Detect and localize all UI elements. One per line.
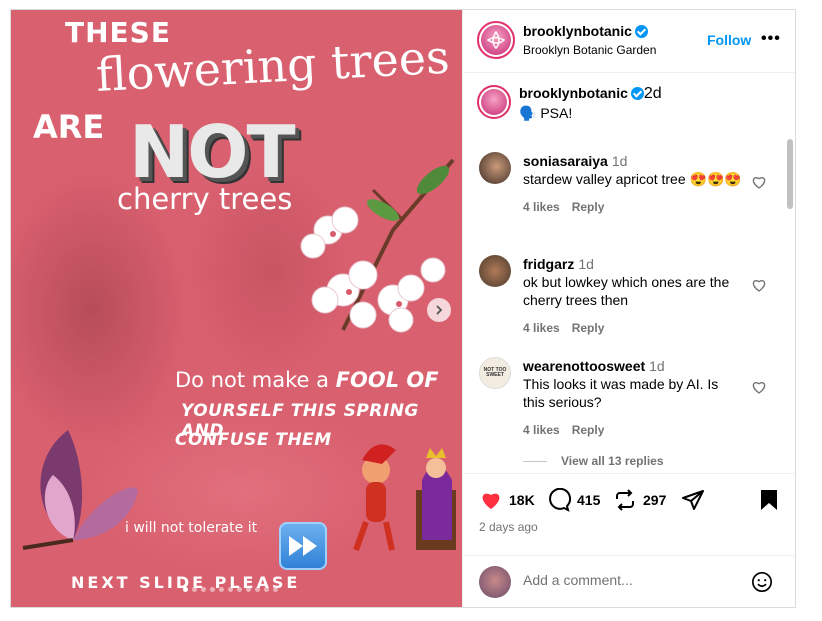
emoji-icon[interactable] (751, 571, 773, 593)
next-slide-button[interactable] (427, 298, 451, 322)
carousel-dot[interactable] (264, 587, 269, 592)
share-button[interactable] (681, 488, 705, 512)
warning-line-1: Do not make a FOOL OF (175, 368, 439, 392)
headline-are: ARE (33, 108, 105, 146)
tolerate-text: i will not tolerate it (125, 520, 258, 536)
carousel-dot[interactable] (246, 587, 251, 592)
warning-text-a: Do not make a (175, 368, 336, 392)
carousel-dot[interactable] (183, 587, 188, 592)
repost-button[interactable]: 297 (613, 488, 666, 512)
comment-text: ok but lowkey which ones are the cherry … (523, 274, 730, 308)
caption-time: 2d (643, 85, 662, 102)
commenter-avatar-logo-text: NOT TOO SWEET (483, 367, 507, 378)
comment-likes[interactable]: 4 likes (523, 200, 560, 214)
heart-outline-icon[interactable] (751, 379, 767, 395)
post-header: brooklynbotanic Brooklyn Botanic Garden … (463, 10, 795, 73)
account-avatar[interactable] (477, 21, 515, 59)
carousel-dot[interactable] (255, 587, 260, 592)
view-replies-button[interactable]: View all 13 replies (523, 454, 664, 468)
post-actions: 18K 415 297 2 days ago (463, 473, 795, 546)
heart-outline-icon[interactable] (751, 277, 767, 293)
chevron-right-icon (436, 305, 443, 315)
comment-count: 415 (577, 492, 601, 508)
carousel-dot[interactable] (237, 587, 242, 592)
carousel-dot[interactable] (210, 587, 215, 592)
header-subtitle: Brooklyn Botanic Garden (523, 43, 657, 57)
comment-text: stardew valley apricot tree 😍😍😍 (523, 171, 742, 187)
carousel-dot[interactable] (273, 587, 278, 592)
magnolia-flower-illustration (22, 430, 138, 550)
add-comment-input[interactable]: Add a comment... (523, 572, 633, 588)
botanic-logo-icon (486, 30, 506, 49)
repost-count: 297 (643, 492, 667, 508)
like-count: 18K (509, 492, 535, 508)
caption-text: 🗣️ PSA! (519, 105, 573, 121)
like-button[interactable]: 18K (479, 488, 535, 512)
comment-time: 1d (649, 358, 665, 374)
post-date: 2 days ago (479, 520, 538, 534)
headline-cherry-trees: cherry trees (117, 182, 293, 216)
carousel-dot[interactable] (219, 587, 224, 592)
verified-badge-icon (630, 87, 644, 100)
comment-username[interactable]: wearenottoosweet (523, 358, 645, 374)
commenter-avatar[interactable] (479, 255, 511, 287)
warning-text-fool: FOOL (335, 368, 400, 392)
carousel-dots (183, 587, 278, 592)
comments-scrollbar[interactable] (787, 139, 793, 209)
reply-button[interactable]: Reply (572, 200, 605, 214)
heart-outline-icon[interactable] (751, 174, 767, 190)
comment-likes[interactable]: 4 likes (523, 321, 560, 335)
reply-button[interactable]: Reply (572, 321, 605, 335)
save-button[interactable] (759, 488, 779, 512)
comments-list[interactable]: brooklynbotanic 2d 🗣️ PSA! soniasaraiya 1d… (463, 73, 795, 473)
fast-forward-emoji-icon (279, 522, 327, 570)
reply-button[interactable]: Reply (572, 423, 605, 437)
comment-time: 1d (611, 153, 628, 169)
post-image[interactable]: THESE flowering trees ARE NOT cherry tre… (11, 10, 462, 607)
carousel-dot[interactable] (228, 587, 233, 592)
comment-username[interactable]: soniasaraiya (523, 153, 608, 169)
heart-filled-icon (482, 493, 500, 509)
add-comment-bar: Add a comment... (463, 555, 795, 607)
comment-text: This looks it was made by AI. Is this se… (523, 376, 719, 410)
carousel-dot[interactable] (201, 587, 206, 592)
cartoon-characters-illustration (353, 444, 456, 552)
comment-bubble-icon (549, 488, 571, 512)
bookmark-icon (761, 490, 777, 510)
warning-text-of: OF (399, 368, 439, 392)
warning-line-3: CONFUSE THEM (175, 430, 332, 450)
paper-plane-icon (682, 490, 704, 510)
header-username[interactable]: brooklynbotanic (523, 23, 632, 39)
carousel-dot[interactable] (192, 587, 197, 592)
caption-username[interactable]: brooklynbotanic (519, 85, 628, 101)
commenter-avatar[interactable]: NOT TOO SWEET (479, 357, 511, 389)
comment-likes[interactable]: 4 likes (523, 423, 560, 437)
comment-username[interactable]: fridgarz (523, 256, 574, 272)
caption-avatar[interactable] (477, 85, 511, 119)
comment-time: 1d (578, 256, 594, 272)
repost-icon (616, 489, 634, 511)
follow-button[interactable]: Follow (707, 32, 751, 48)
more-options-icon[interactable]: ••• (761, 30, 781, 48)
commenter-avatar[interactable] (479, 152, 511, 184)
post-modal: THESE flowering trees ARE NOT cherry tre… (10, 9, 796, 608)
verified-badge-icon (634, 25, 648, 38)
post-side-panel: brooklynbotanic Brooklyn Botanic Garden … (462, 10, 795, 607)
comment-button[interactable]: 415 (547, 488, 600, 512)
current-user-avatar[interactable] (479, 566, 511, 598)
